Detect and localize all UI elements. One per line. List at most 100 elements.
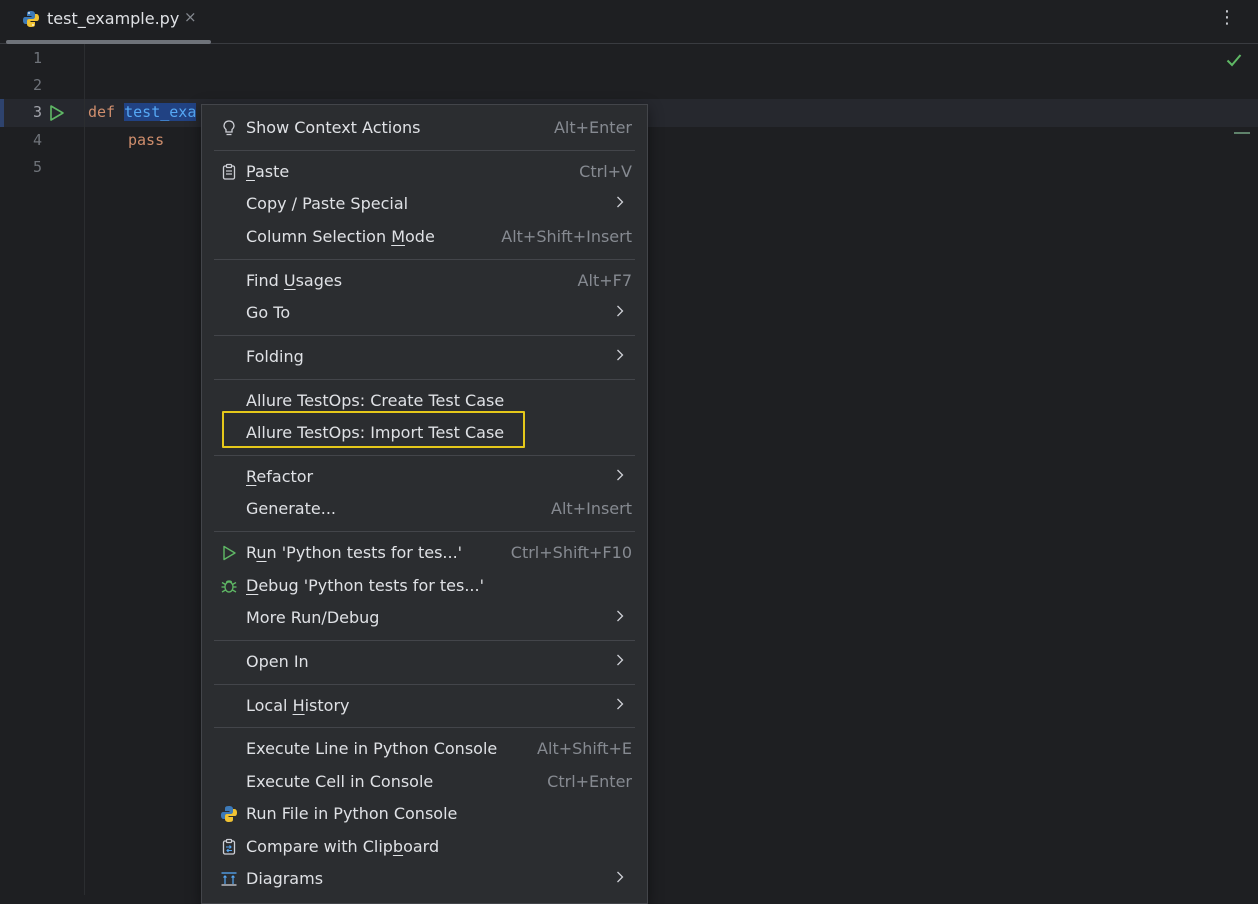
function-name: test_exa	[124, 103, 197, 121]
compare-clipboard-icon	[222, 838, 236, 855]
annotation-highlight-box	[222, 411, 525, 448]
mnemonic: b	[392, 837, 404, 856]
keyword-def: def	[88, 103, 116, 121]
tab-filename: test_example.py	[47, 9, 180, 28]
line-number: 2	[32, 76, 42, 94]
menu-separator	[214, 259, 635, 260]
menu-item-debug-tests[interactable]: Debug 'Python tests for tes...'	[214, 571, 634, 601]
menu-label: Execute Line in Python Console	[246, 739, 498, 758]
chevron-right-icon	[617, 871, 624, 883]
menu-item-execute-cell[interactable]: Execute Cell in Console Ctrl+Enter	[214, 767, 634, 797]
label-rest: oard	[403, 837, 440, 856]
menu-label: Diagrams	[246, 869, 324, 888]
menu-label: Copy / Paste Special	[246, 194, 409, 213]
tab-test-example[interactable]: test_example.py ×	[6, 0, 211, 44]
menu-label: Folding	[246, 347, 304, 366]
chevron-right-icon	[617, 469, 624, 481]
menu-item-column-selection-mode[interactable]: Column Selection Mode Alt+Shift+Insert	[214, 222, 634, 252]
line-number: 5	[32, 158, 42, 176]
menu-label: Local History	[246, 696, 349, 715]
label-pre: R	[246, 543, 257, 562]
menu-item-find-usages[interactable]: Find Usages Alt+F7	[214, 266, 634, 296]
menu-item-paste[interactable]: Paste Ctrl+V	[214, 157, 634, 187]
mnemonic: H	[292, 696, 305, 715]
run-test-gutter-icon[interactable]	[49, 104, 65, 122]
menu-item-execute-line[interactable]: Execute Line in Python Console Alt+Shift…	[214, 734, 634, 764]
mnemonic: R	[246, 467, 257, 486]
menu-item-diagrams[interactable]: Diagrams	[214, 864, 634, 894]
menu-item-more-run-debug[interactable]: More Run/Debug	[214, 603, 634, 633]
editor-tab-bar: test_example.py × ⋮	[0, 0, 1258, 44]
label-rest: ebug 'Python tests for tes...'	[258, 576, 484, 595]
menu-item-folding[interactable]: Folding	[214, 342, 634, 372]
mnemonic: M	[391, 227, 405, 246]
label-pre: Compare with Clip	[246, 837, 393, 856]
lightbulb-icon	[223, 120, 235, 136]
menu-item-local-history[interactable]: Local History	[214, 691, 634, 721]
menu-label: Column Selection Mode	[246, 227, 435, 246]
code-text: pass	[128, 131, 164, 149]
code-text: def test_exa	[88, 103, 197, 121]
menu-label: Go To	[246, 303, 291, 322]
menu-shortcut: Alt+Insert	[551, 499, 632, 518]
menu-label: Execute Cell in Console	[246, 772, 434, 791]
chevron-right-icon	[617, 610, 624, 622]
menu-separator	[214, 531, 635, 532]
code-line-1: 1	[0, 45, 1258, 73]
label-pre: Local	[246, 696, 293, 715]
menu-label: Generate...	[246, 499, 336, 518]
menu-item-compare-clipboard[interactable]: Compare with Clipboard	[214, 832, 634, 862]
menu-item-run-file-in-console[interactable]: Run File in Python Console	[214, 799, 634, 829]
menu-separator	[214, 379, 635, 380]
python-console-icon	[221, 806, 237, 822]
menu-separator	[214, 640, 635, 641]
menu-shortcut: Alt+F7	[577, 271, 632, 290]
label-rest: n 'Python tests for tes...'	[266, 543, 463, 562]
menu-item-generate[interactable]: Generate... Alt+Insert	[214, 494, 634, 524]
menu-label: Find Usages	[246, 271, 342, 290]
close-tab-icon[interactable]: ×	[184, 8, 197, 26]
label-rest: aste	[254, 162, 290, 181]
menu-shortcut: Ctrl+V	[579, 162, 632, 181]
menu-shortcut: Alt+Enter	[553, 118, 632, 137]
menu-label: Open In	[246, 652, 309, 671]
mnemonic: U	[283, 271, 296, 290]
menu-label: Paste	[246, 162, 289, 181]
menu-item-show-context-actions[interactable]: Show Context Actions Alt+Enter	[214, 113, 634, 143]
clipboard-icon	[222, 163, 236, 180]
menu-label: Run 'Python tests for tes...'	[246, 543, 462, 562]
python-file-icon	[23, 11, 39, 27]
line-number: 3	[32, 103, 42, 121]
label-rest: ode	[405, 227, 435, 246]
menu-item-run-tests[interactable]: Run 'Python tests for tes...' Ctrl+Shift…	[214, 538, 634, 568]
label-rest: efactor	[256, 467, 314, 486]
menu-item-open-in[interactable]: Open In	[214, 647, 634, 677]
chevron-right-icon	[617, 196, 624, 208]
chevron-right-icon	[617, 654, 624, 666]
mnemonic: u	[256, 543, 267, 562]
line-number: 4	[32, 131, 42, 149]
mnemonic: P	[246, 162, 255, 181]
label-pre: Find	[246, 271, 284, 290]
more-options-icon[interactable]: ⋮	[1218, 9, 1236, 27]
menu-item-copy-paste-special[interactable]: Copy / Paste Special	[214, 189, 634, 219]
menu-label: Compare with Clipboard	[246, 837, 439, 856]
menu-separator	[214, 150, 635, 151]
chevron-right-icon	[617, 349, 624, 361]
menu-shortcut: Ctrl+Shift+F10	[510, 543, 632, 562]
no-problems-check-icon[interactable]	[1226, 53, 1242, 67]
menu-label: More Run/Debug	[246, 608, 380, 627]
mnemonic: D	[246, 576, 259, 595]
run-icon	[223, 545, 236, 561]
chevron-right-icon	[617, 305, 624, 317]
label-pre: Column Selection	[246, 227, 392, 246]
chevron-right-icon	[617, 698, 624, 710]
menu-separator	[214, 335, 635, 336]
label-rest: sages	[295, 271, 343, 290]
code-line-2: 2	[0, 72, 1258, 100]
menu-label: Show Context Actions	[246, 118, 421, 137]
menu-separator	[214, 455, 635, 456]
menu-separator	[214, 727, 635, 728]
menu-item-go-to[interactable]: Go To	[214, 298, 634, 328]
menu-item-refactor[interactable]: Refactor	[214, 462, 634, 492]
